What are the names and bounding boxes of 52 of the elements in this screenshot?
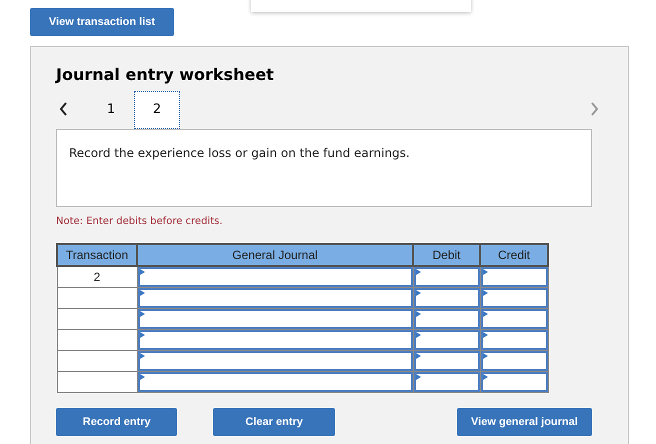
- entry-field[interactable]: [138, 288, 412, 308]
- column-header: Credit: [480, 244, 548, 266]
- entry-field[interactable]: [480, 267, 548, 287]
- transaction-cell: 2: [57, 266, 137, 288]
- note-text: Note: Enter debits before credits.: [56, 215, 224, 229]
- corner-marker-icon: [140, 374, 144, 380]
- instruction-text: Record the experience loss or gain on the fund earnings.: [69, 145, 411, 162]
- step-tab[interactable]: 2: [134, 91, 180, 129]
- action-button[interactable]: Record entry: [56, 408, 178, 436]
- corner-marker-icon: [482, 353, 488, 359]
- entry-field[interactable]: [414, 372, 480, 392]
- chevron-right-icon[interactable]: [590, 102, 599, 116]
- corner-marker-icon: [482, 269, 488, 275]
- column-header: Transaction: [57, 244, 137, 266]
- corner-marker-icon: [140, 353, 144, 359]
- entry-field[interactable]: [138, 351, 412, 371]
- corner-marker-icon: [416, 290, 420, 296]
- step-tab[interactable]: 1: [88, 91, 134, 129]
- column-header: General Journal: [137, 244, 413, 266]
- entry-field[interactable]: [138, 372, 412, 392]
- entry-field[interactable]: [480, 330, 548, 350]
- entry-field[interactable]: [414, 288, 480, 308]
- chevron-left-icon[interactable]: [59, 102, 68, 116]
- entry-field[interactable]: [414, 351, 480, 371]
- entry-field[interactable]: [480, 309, 548, 329]
- corner-marker-icon: [482, 332, 488, 338]
- entry-field[interactable]: [480, 372, 548, 392]
- corner-marker-icon: [140, 269, 144, 275]
- worksheet-title: Journal entry worksheet: [56, 64, 275, 86]
- corner-marker-icon: [140, 332, 144, 338]
- corner-marker-icon: [482, 290, 488, 296]
- entry-field[interactable]: [480, 288, 548, 308]
- view-transaction-list-button[interactable]: View transaction list: [30, 8, 174, 36]
- corner-marker-icon: [482, 311, 488, 317]
- corner-marker-icon: [416, 332, 420, 338]
- corner-marker-icon: [140, 311, 144, 317]
- entry-field[interactable]: [480, 351, 548, 371]
- column-header: Debit: [413, 244, 480, 266]
- entry-field[interactable]: [414, 267, 480, 287]
- entry-field[interactable]: [138, 330, 412, 350]
- action-button[interactable]: View general journal: [456, 408, 592, 436]
- entry-field[interactable]: [414, 309, 480, 329]
- corner-marker-icon: [416, 353, 420, 359]
- entry-field[interactable]: [138, 309, 412, 329]
- entry-field[interactable]: [138, 267, 412, 287]
- action-button[interactable]: Clear entry: [213, 408, 335, 436]
- corner-marker-icon: [140, 290, 144, 296]
- corner-marker-icon: [416, 269, 420, 275]
- corner-marker-icon: [416, 374, 420, 380]
- entry-field[interactable]: [414, 330, 480, 350]
- corner-marker-icon: [416, 311, 420, 317]
- corner-marker-icon: [482, 374, 488, 380]
